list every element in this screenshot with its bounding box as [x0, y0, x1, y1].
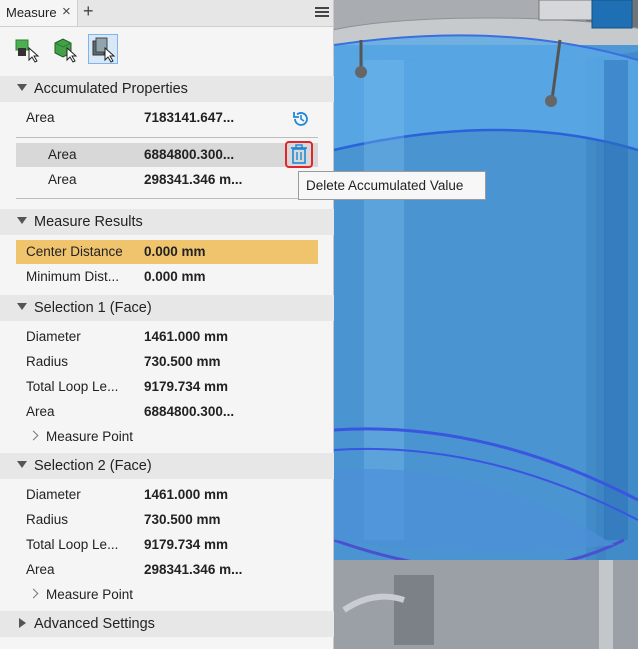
property-value: 6884800.300... — [144, 147, 235, 162]
result-row-highlighted[interactable]: Center Distance 0.000 mm — [16, 240, 318, 264]
property-row: Radius 730.500 mm — [16, 508, 318, 532]
property-key: Diameter — [26, 487, 81, 502]
property-key: Diameter — [26, 329, 81, 344]
trash-icon — [291, 144, 307, 164]
expand-arrow-icon — [19, 618, 26, 628]
history-icon[interactable] — [291, 109, 311, 132]
property-key: Area — [26, 110, 55, 125]
property-value: 0.000 mm — [144, 269, 206, 284]
property-value: 6884800.300... — [144, 404, 235, 419]
property-value: 9179.734 mm — [144, 537, 229, 552]
measure-point-expander[interactable]: Measure Point — [28, 587, 134, 602]
menu-icon[interactable] — [315, 5, 329, 19]
section-selection-1[interactable]: Selection 1 (Face) — [0, 295, 334, 321]
collapse-arrow-icon — [17, 84, 27, 91]
section-accumulated-properties[interactable]: Accumulated Properties — [0, 76, 334, 102]
property-row: Radius 730.500 mm — [16, 350, 318, 374]
section-title: Accumulated Properties — [34, 81, 188, 97]
add-tab-icon[interactable]: + — [83, 1, 94, 22]
select-face-icon[interactable] — [50, 34, 80, 64]
collapse-arrow-icon — [17, 461, 27, 468]
expander-label: Measure Point — [46, 429, 134, 444]
select-body-icon[interactable] — [88, 34, 118, 64]
property-row: Total Loop Le... 9179.734 mm — [16, 375, 318, 399]
property-key: Minimum Dist... — [26, 269, 120, 284]
section-advanced-settings[interactable]: Advanced Settings — [0, 611, 334, 637]
property-value: 1461.000 mm — [144, 329, 229, 344]
collapse-arrow-icon — [17, 217, 27, 224]
property-value: 1461.000 mm — [144, 487, 229, 502]
property-key: Area — [26, 562, 55, 577]
model-viewport[interactable] — [334, 0, 638, 649]
accumulated-item-row[interactable]: Area 6884800.300... — [16, 143, 318, 167]
section-measure-results[interactable]: Measure Results — [0, 209, 334, 235]
result-row[interactable]: Minimum Dist... 0.000 mm — [16, 265, 318, 289]
property-value: 7183141.647... — [144, 110, 235, 125]
property-value: 730.500 mm — [144, 354, 221, 369]
property-value: 298341.346 m... — [144, 562, 243, 577]
section-title: Measure Results — [34, 214, 143, 230]
tank-model — [334, 0, 638, 649]
property-value: 9179.734 mm — [144, 379, 229, 394]
property-key: Total Loop Le... — [26, 379, 119, 394]
section-selection-2[interactable]: Selection 2 (Face) — [0, 453, 334, 479]
property-row: Diameter 1461.000 mm — [16, 483, 318, 507]
expander-label: Measure Point — [46, 587, 134, 602]
property-row: Area 6884800.300... — [16, 400, 318, 424]
tooltip: Delete Accumulated Value — [298, 171, 486, 200]
property-row: Total Loop Le... 9179.734 mm — [16, 533, 318, 557]
property-row: Diameter 1461.000 mm — [16, 325, 318, 349]
section-title: Advanced Settings — [34, 616, 155, 632]
tab-label: Measure — [6, 5, 57, 20]
property-value: 0.000 mm — [144, 244, 206, 259]
chevron-right-icon — [28, 588, 39, 599]
collapse-arrow-icon — [17, 303, 27, 310]
property-key: Area — [26, 404, 55, 419]
tab-bar: Measure × + — [0, 0, 333, 27]
section-title: Selection 1 (Face) — [34, 300, 152, 316]
close-icon[interactable]: × — [62, 3, 71, 20]
measure-panel: Measure × + Accumulated Properties Area … — [0, 0, 334, 649]
section-title: Selection 2 (Face) — [34, 458, 152, 474]
property-key: Area — [48, 147, 77, 162]
divider — [16, 198, 318, 199]
measure-point-expander[interactable]: Measure Point — [28, 429, 134, 444]
property-key: Radius — [26, 354, 69, 369]
select-other-icon[interactable] — [12, 34, 42, 64]
tooltip-text: Delete Accumulated Value — [306, 178, 464, 193]
chevron-right-icon — [28, 430, 39, 441]
divider — [16, 137, 318, 138]
property-value: 730.500 mm — [144, 512, 221, 527]
accumulated-item-row[interactable]: Area 298341.346 m... — [16, 168, 318, 192]
accumulated-total-row: Area 7183141.647... — [16, 106, 318, 130]
tab-measure[interactable]: Measure × — [0, 0, 78, 26]
property-row: Area 298341.346 m... — [16, 558, 318, 582]
property-value: 298341.346 m... — [144, 172, 243, 187]
property-key: Center Distance — [26, 244, 123, 259]
property-key: Total Loop Le... — [26, 537, 119, 552]
property-key: Radius — [26, 512, 69, 527]
property-key: Area — [48, 172, 77, 187]
delete-accumulated-button[interactable] — [285, 141, 313, 168]
